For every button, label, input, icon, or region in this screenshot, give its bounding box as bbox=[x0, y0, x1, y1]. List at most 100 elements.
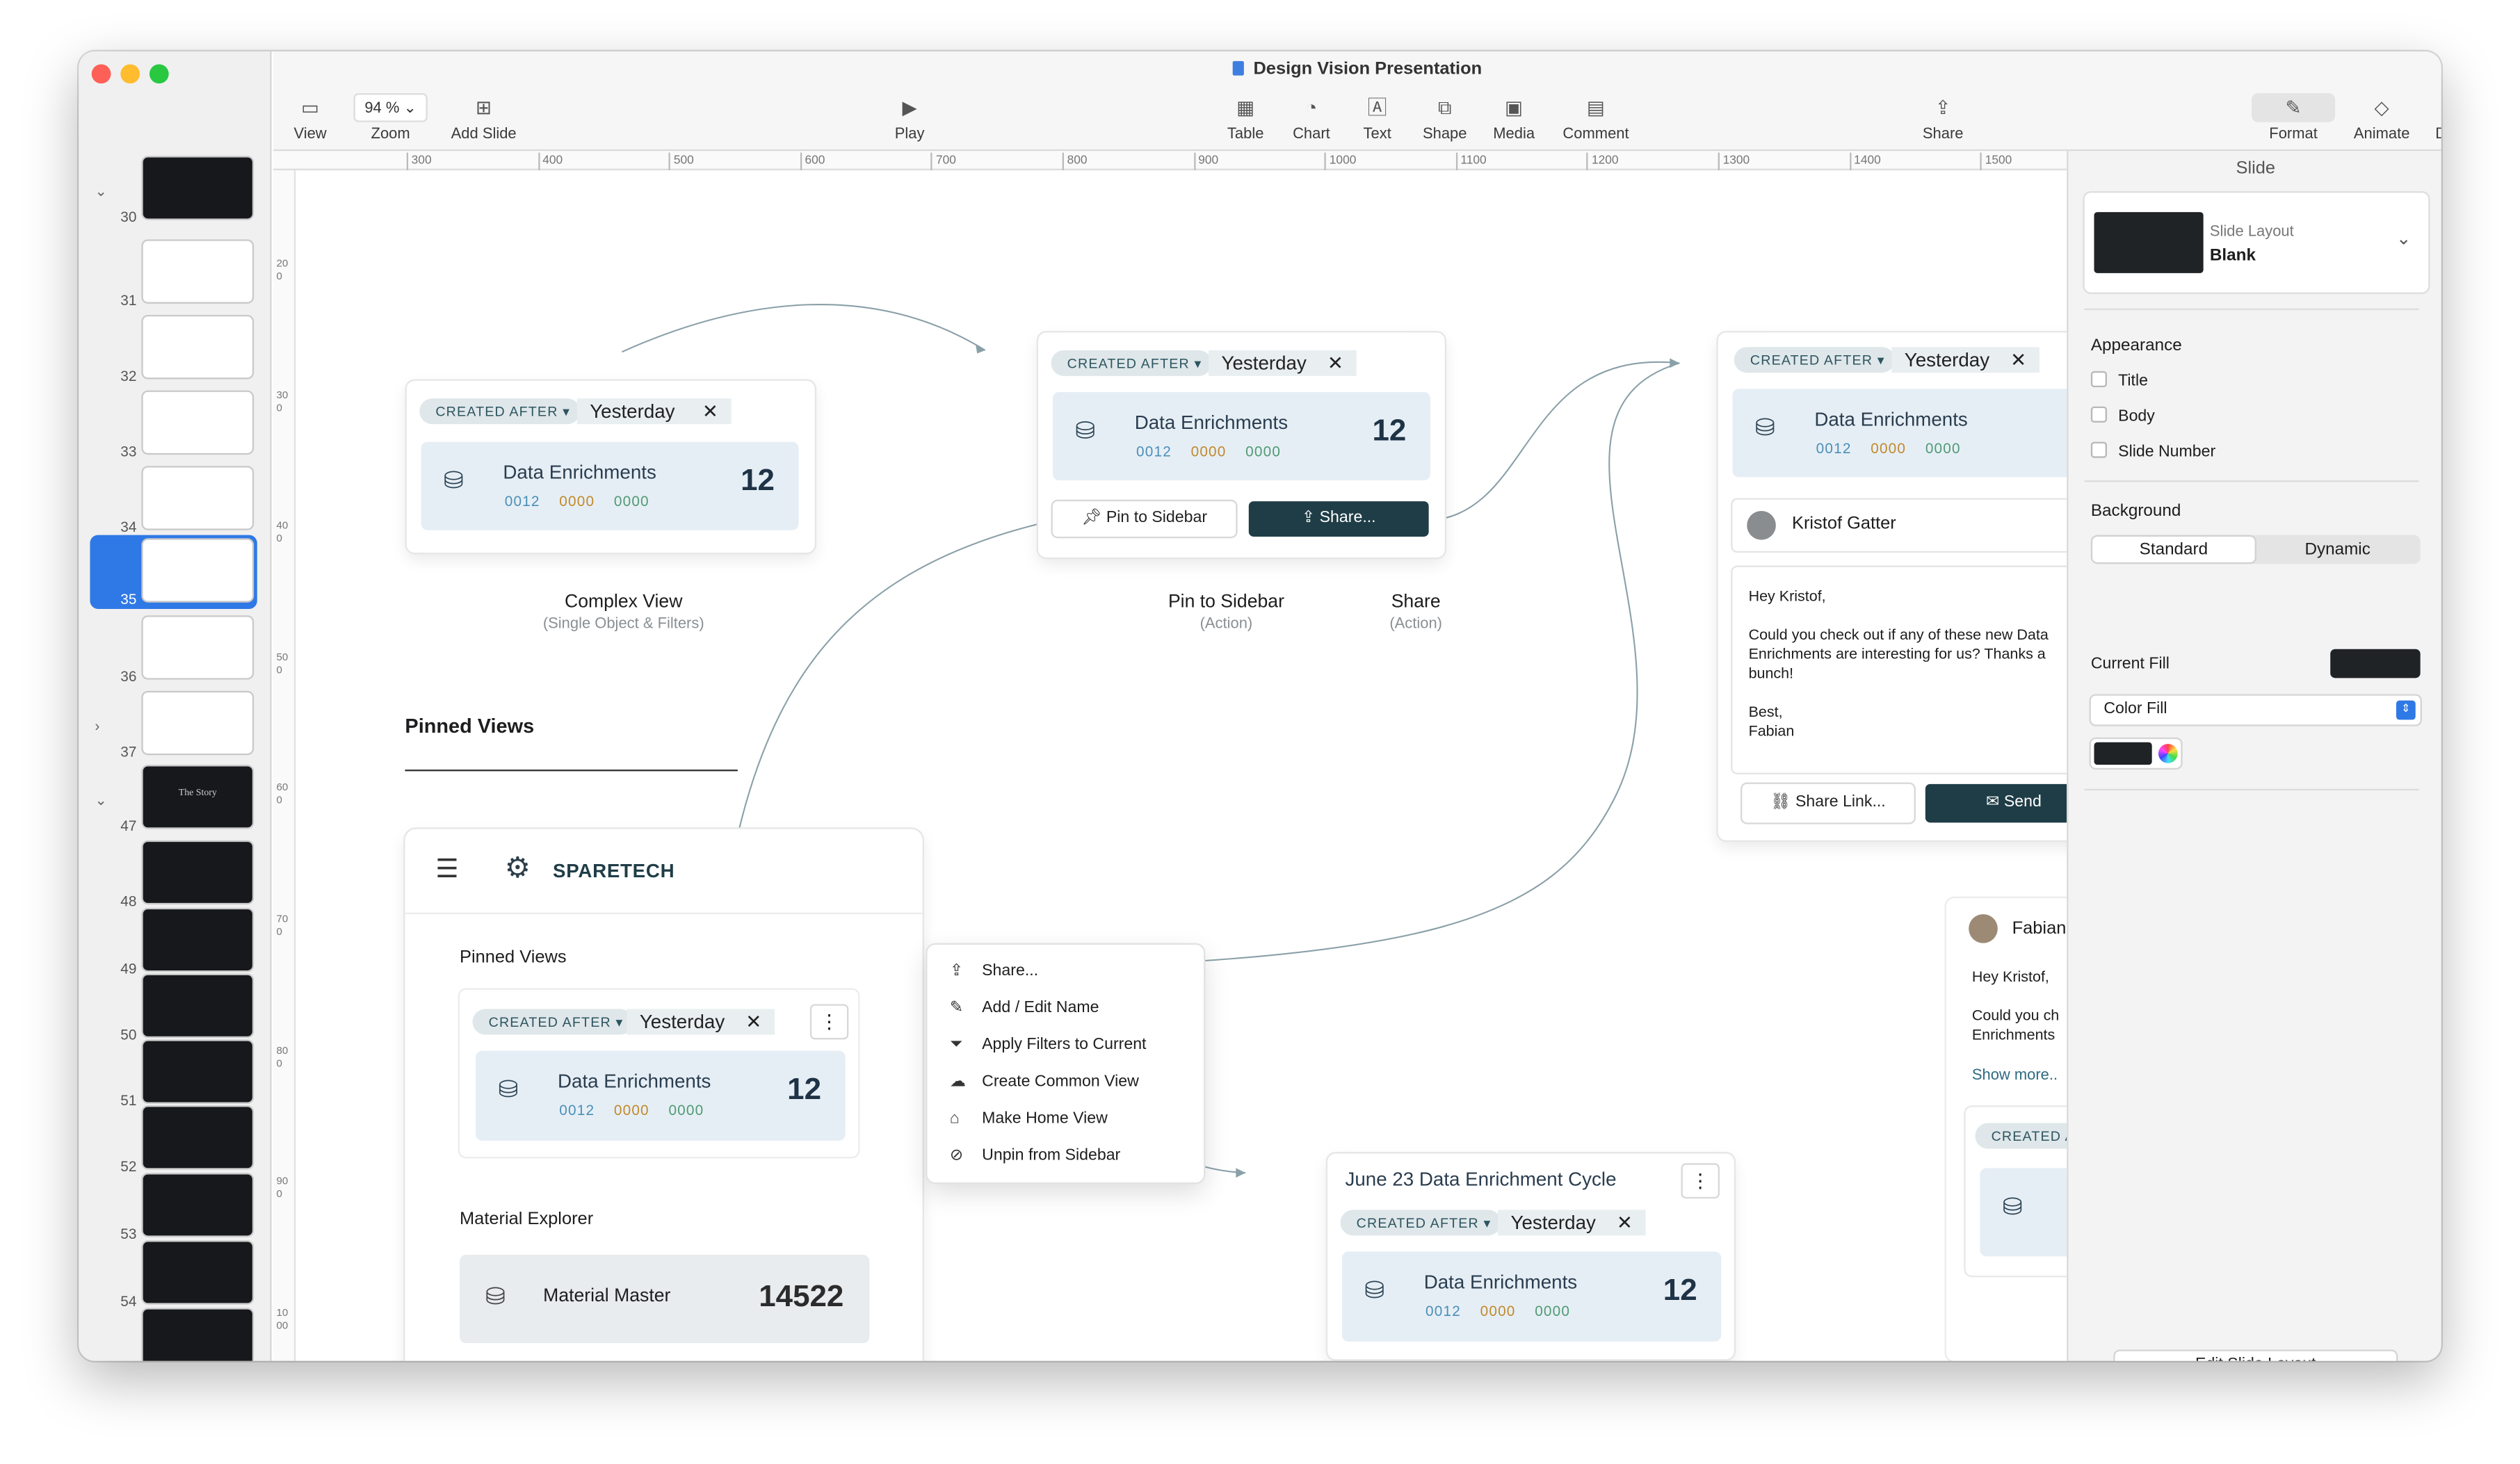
filter-value[interactable]: Yesterday ✕ bbox=[627, 1009, 775, 1035]
play-button[interactable]: ▶ Play bbox=[884, 93, 935, 143]
slide-thumbnail[interactable] bbox=[143, 1309, 252, 1361]
enrichment-tile[interactable]: ⛁ Data Enrichments 12 0012 0000 0000 bbox=[421, 441, 799, 530]
send-button[interactable]: ✉ Send bbox=[1925, 783, 2067, 823]
filter-chip[interactable]: CREATED A bbox=[1975, 1123, 2067, 1149]
filter-value[interactable]: Yesterday ✕ bbox=[1209, 350, 1357, 376]
enrichment-tile[interactable]: ⛁ bbox=[1980, 1168, 2067, 1257]
close-icon[interactable]: ✕ bbox=[1327, 350, 1343, 376]
media-button[interactable]: ▣ Media bbox=[1485, 93, 1543, 143]
filter-value[interactable]: Yesterday ✕ bbox=[1891, 347, 2040, 373]
close-icon[interactable]: ✕ bbox=[2010, 347, 2026, 373]
enrichment-tile[interactable]: ⛁ Data Enrichments 12 0012 0000 0000 bbox=[1052, 391, 1430, 481]
menu-item-edit-name[interactable]: ✎ Add / Edit Name bbox=[950, 1000, 1099, 1017]
document-button[interactable]: ▭ Document bbox=[2427, 93, 2441, 143]
chevron-down-icon[interactable]: ⌄ bbox=[95, 792, 106, 809]
chart-button[interactable]: ◔ Chart bbox=[1286, 93, 1337, 143]
menu-item-share[interactable]: ⇪ Share... bbox=[950, 962, 1038, 979]
more-options-icon[interactable]: ⋮ bbox=[1681, 1163, 1720, 1199]
zoom-window-button[interactable] bbox=[149, 64, 169, 84]
close-icon[interactable]: ✕ bbox=[1617, 1210, 1633, 1235]
slide-thumbnail[interactable] bbox=[143, 157, 252, 219]
nested-view-card[interactable]: CREATED A ⛁ bbox=[1966, 1107, 2067, 1276]
current-fill-swatch[interactable] bbox=[2330, 649, 2421, 678]
checkbox-label: Slide Number bbox=[2118, 443, 2216, 462]
material-master-tile[interactable]: ⛁ Material Master 14522 bbox=[460, 1255, 870, 1344]
text-label: Text bbox=[1363, 125, 1391, 143]
slide-thumbnail[interactable] bbox=[143, 909, 252, 970]
slide-canvas[interactable]: CREATED AFTER ▾ Yesterday ✕ ⛁ Data Enrich… bbox=[297, 170, 2067, 1361]
message-body[interactable]: Hey Kristof, Could you check out if any … bbox=[1732, 567, 2067, 773]
slide-thumbnail[interactable] bbox=[143, 391, 252, 453]
minimize-window-button[interactable] bbox=[120, 64, 140, 84]
table-button[interactable]: ▦ Table bbox=[1220, 93, 1271, 143]
view-button[interactable]: ▭ View bbox=[286, 93, 334, 143]
filter-chip[interactable]: CREATED AFTER ▾ bbox=[1051, 350, 1212, 376]
slide-thumbnail[interactable] bbox=[143, 1107, 252, 1169]
color-well[interactable] bbox=[2090, 739, 2181, 768]
menu-item-common-view[interactable]: ☁ Create Common View bbox=[950, 1073, 1139, 1091]
filter-value[interactable]: Yesterday ✕ bbox=[1498, 1210, 1646, 1236]
menu-item-apply-filters[interactable]: ⏷ Apply Filters to Current bbox=[950, 1036, 1147, 1054]
close-icon[interactable]: ✕ bbox=[702, 398, 718, 424]
slide-thumbnail[interactable] bbox=[143, 842, 252, 903]
checkbox-box[interactable] bbox=[2090, 441, 2107, 458]
slide-thumbnail[interactable] bbox=[143, 617, 252, 678]
chevron-down-icon[interactable]: ⌄ bbox=[95, 183, 106, 200]
color-wheel-icon[interactable] bbox=[2158, 744, 2178, 763]
menu-label: Share... bbox=[982, 962, 1039, 980]
slide-thumbnail[interactable] bbox=[143, 316, 252, 378]
shape-button[interactable]: ⧉ Shape bbox=[1417, 93, 1472, 143]
filter-chip[interactable]: CREATED AFTER ▾ bbox=[1734, 347, 1895, 373]
slide-thumbnail[interactable] bbox=[143, 975, 252, 1036]
share-link-button[interactable]: ⛓ Share Link... bbox=[1742, 783, 1914, 823]
recipient-row[interactable]: Kristof Gatter bbox=[1732, 499, 2067, 551]
filter-value[interactable]: Yesterday ✕ bbox=[576, 398, 732, 425]
checkbox-box[interactable] bbox=[2090, 371, 2107, 387]
slide-thumbnail[interactable] bbox=[143, 1242, 252, 1303]
close-icon[interactable]: ✕ bbox=[745, 1009, 761, 1034]
cloud-icon: ☁ bbox=[949, 1073, 967, 1091]
chevron-right-icon[interactable]: › bbox=[95, 718, 99, 734]
pin-to-sidebar-button[interactable]: 📌︎ Pin to Sidebar bbox=[1052, 501, 1236, 537]
divider bbox=[2084, 480, 2419, 482]
slide-thumbnail[interactable] bbox=[143, 1174, 252, 1236]
slide-thumbnail[interactable] bbox=[143, 692, 252, 754]
zoom-button[interactable]: 94 % ⌄ Zoom bbox=[350, 93, 431, 143]
text-button[interactable]: 🄰 Text bbox=[1352, 93, 1403, 143]
add-slide-button[interactable]: ⊞ Add Slide bbox=[444, 93, 524, 143]
show-more-link[interactable]: Show more.. bbox=[1972, 1067, 2058, 1084]
edit-slide-layout-button[interactable]: Edit Slide Layout bbox=[2115, 1351, 2396, 1361]
slide-thumbnail[interactable]: The Story bbox=[143, 766, 252, 828]
animate-button[interactable]: ◇ Animate bbox=[2341, 93, 2422, 143]
pinned-view-item[interactable]: CREATED AFTER ▾ Yesterday ✕ ⋮ ⛁ Data Enri… bbox=[460, 990, 858, 1157]
menu-item-home-view[interactable]: ⌂ Make Home View bbox=[950, 1110, 1108, 1128]
hamburger-icon[interactable]: ☰ bbox=[435, 853, 458, 885]
filter-chip[interactable]: CREATED AFTER ▾ bbox=[472, 1009, 633, 1035]
title-checkbox[interactable]: Title bbox=[2090, 371, 2148, 391]
slide-thumbnail[interactable] bbox=[143, 467, 252, 529]
fill-type-select[interactable]: Color Fill ⇕ bbox=[2090, 695, 2421, 725]
body-checkbox[interactable]: Body bbox=[2090, 406, 2155, 425]
zoom-select[interactable]: 94 % ⌄ bbox=[353, 93, 428, 122]
dynamic-tab[interactable]: Dynamic bbox=[2256, 537, 2418, 562]
comment-button[interactable]: ▤ Comment bbox=[1556, 93, 1636, 143]
filter-chip[interactable]: CREATED AFTER ▾ bbox=[419, 398, 581, 425]
checkbox-box[interactable] bbox=[2090, 406, 2107, 423]
share-toolbar-button[interactable]: ⇪ Share bbox=[1914, 93, 1972, 143]
close-window-button[interactable] bbox=[91, 64, 111, 84]
filter-chip[interactable]: CREATED AFTER ▾ bbox=[1340, 1210, 1501, 1236]
standard-tab[interactable]: Standard bbox=[2092, 536, 2255, 562]
more-options-icon[interactable]: ⋮ bbox=[809, 1004, 849, 1040]
share-button[interactable]: ⇪ Share... bbox=[1248, 501, 1429, 537]
enrichment-tile[interactable]: ⛁ Data Enrichments 12 0012 0000 0000 bbox=[476, 1050, 846, 1141]
add-slide-icon: ⊞ bbox=[476, 96, 492, 120]
slide-number-checkbox[interactable]: Slide Number bbox=[2090, 441, 2216, 462]
enrichment-tile[interactable]: ⛁ Data Enrichments 12 0012 0000 0000 bbox=[1341, 1251, 1722, 1342]
enrichment-tile[interactable]: ⛁ Data Enrichments 12 0012 0000 0000 bbox=[1732, 389, 2067, 478]
menu-item-unpin[interactable]: ⊘ Unpin from Sidebar bbox=[950, 1147, 1120, 1164]
slide-thumbnail[interactable] bbox=[143, 1041, 252, 1103]
slide-layout-selector[interactable]: Slide Layout Blank ⌄ bbox=[2084, 193, 2429, 293]
slide-thumbnail[interactable] bbox=[143, 241, 252, 302]
format-button[interactable]: ✎ Format bbox=[2251, 93, 2336, 143]
slide-thumbnail[interactable] bbox=[143, 539, 252, 601]
